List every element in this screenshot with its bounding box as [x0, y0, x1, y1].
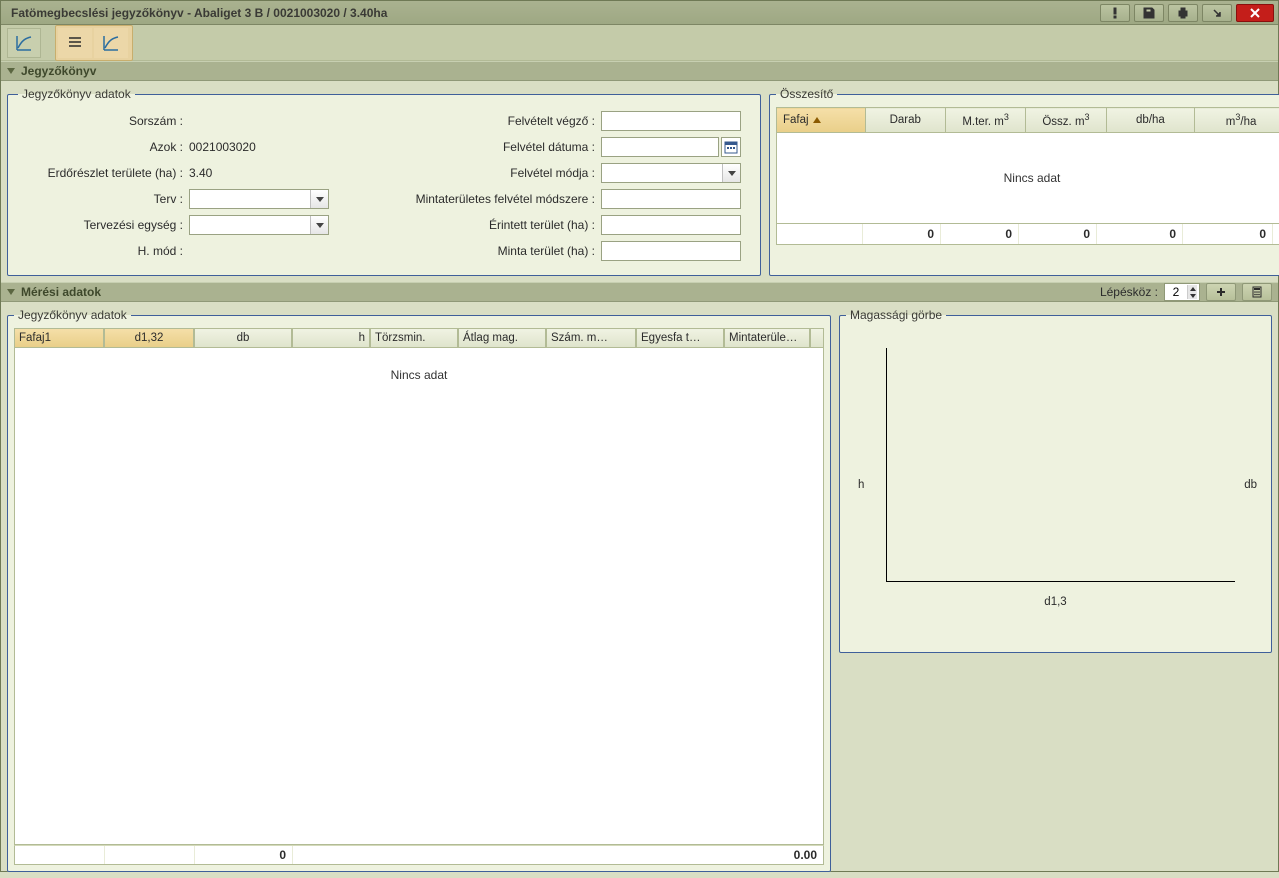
step-value[interactable]: [1165, 284, 1187, 300]
grid-nodata: Nincs adat: [14, 348, 824, 845]
label-terv: Terv :: [18, 192, 183, 206]
section-header-jegyzokonyv[interactable]: Jegyzőkönyv: [1, 61, 1278, 81]
curve-fieldset: Magassági görbe h db d1,3: [839, 308, 1272, 653]
form-grid: Sorszám : Felvételt végző : Azok : 00210…: [18, 111, 750, 261]
calendar-button[interactable]: [721, 137, 741, 157]
section-title: Jegyzőkönyv: [21, 64, 96, 78]
combo-tervezesi-egyseg[interactable]: [189, 215, 329, 235]
grid-col-h[interactable]: h: [292, 328, 370, 348]
form-fieldset: Jegyzőkönyv adatok Sorszám : Felvételt v…: [7, 87, 761, 276]
toolbar-list-button[interactable]: [58, 28, 92, 58]
combo-felvetel-modja[interactable]: [601, 163, 741, 183]
summary-col-m3ha[interactable]: m3/ha: [1195, 108, 1279, 133]
value-erdoreszlet: 3.40: [189, 166, 329, 180]
input-felvetel-datuma[interactable]: [601, 137, 719, 157]
value-azok: 0021003020: [189, 140, 329, 154]
titlebar-print-button[interactable]: [1168, 4, 1198, 22]
section-title: Mérési adatok: [21, 285, 101, 299]
lower-panel: Jegyzőkönyv adatok Fafaj1 d1,32 db h Tör…: [1, 302, 1278, 878]
label-erintett-terulet: Érintett terület (ha) :: [335, 218, 595, 232]
label-sorszam: Sorszám :: [18, 114, 183, 128]
input-minta-terulet[interactable]: [601, 241, 741, 261]
label-hmod: H. mód :: [18, 244, 183, 258]
label-erdoreszlet: Erdőrészlet területe (ha) :: [18, 166, 183, 180]
step-label: Lépésköz :: [1100, 285, 1158, 299]
grid-col-fafaj[interactable]: Fafaj1: [14, 328, 104, 348]
summary-fieldset: Összesítő Fafaj Darab M.ter. m3 Össz. m3…: [769, 87, 1279, 276]
close-button[interactable]: [1236, 4, 1274, 22]
add-button[interactable]: [1206, 283, 1236, 301]
title-bar: Fatömegbecslési jegyzőkönyv - Abaliget 3…: [1, 1, 1278, 25]
grid-fieldset: Jegyzőkönyv adatok Fafaj1 d1,32 db h Tör…: [7, 308, 831, 872]
curve-legend: Magassági görbe: [846, 308, 946, 322]
grid-scrollhead: [810, 328, 824, 348]
input-erintett-terulet[interactable]: [601, 215, 741, 235]
summary-col-mter[interactable]: M.ter. m3: [945, 108, 1025, 133]
summary-legend: Összesítő: [776, 87, 837, 101]
grid-col-atlagmag[interactable]: Átlag mag.: [458, 328, 546, 348]
toolbar-curve2-button[interactable]: [94, 28, 128, 58]
summary-col-darab[interactable]: Darab: [865, 108, 945, 133]
chart-axes: [886, 348, 1235, 582]
label-felvetel-modja: Felvétel módja :: [335, 166, 595, 180]
height-curve-chart: h db d1,3: [846, 328, 1265, 642]
summary-col-ossz[interactable]: Össz. m3: [1026, 108, 1106, 133]
x-axis-label: d1,3: [1044, 596, 1066, 608]
calc-button[interactable]: [1242, 283, 1272, 301]
summary-footer: 0 0 0 0 0: [776, 223, 1279, 245]
collapse-icon: [7, 289, 15, 295]
grid-col-d13[interactable]: d1,32: [104, 328, 194, 348]
summary-col-dbha[interactable]: db/ha: [1106, 108, 1195, 133]
summary-nodata: Nincs adat: [776, 133, 1279, 223]
jegyzokonyv-panel: Jegyzőkönyv adatok Sorszám : Felvételt v…: [1, 81, 1278, 282]
grid-header: Fafaj1 d1,32 db h Törzsmin. Átlag mag. S…: [14, 328, 824, 348]
label-felvetel-datuma: Felvétel dátuma :: [335, 140, 595, 154]
grid-col-szamm[interactable]: Szám. m…: [546, 328, 636, 348]
grid-col-db[interactable]: db: [194, 328, 292, 348]
section-header-meresi: Mérési adatok Lépésköz :: [1, 282, 1278, 302]
input-mintateruletes-modszer[interactable]: [601, 189, 741, 209]
label-minta-terulet: Minta terület (ha) :: [335, 244, 595, 258]
spinner-up-icon[interactable]: [1187, 285, 1197, 292]
toolbar-group-active: [55, 25, 133, 61]
grid-footer-db: 0: [195, 846, 293, 864]
input-felvetelt-vegzo[interactable]: [601, 111, 741, 131]
sort-asc-icon: [813, 117, 821, 123]
grid-legend: Jegyzőkönyv adatok: [14, 308, 131, 322]
step-spinner[interactable]: [1164, 283, 1200, 301]
label-mintateruletes-modszer: Mintaterületes felvétel módszere :: [335, 192, 595, 206]
grid-footer: 0 0.00: [14, 845, 824, 865]
summary-table: Fafaj Darab M.ter. m3 Össz. m3 db/ha m3/…: [776, 107, 1279, 133]
titlebar-save-button[interactable]: [1134, 4, 1164, 22]
grid-col-egyesfa[interactable]: Egyesfa t…: [636, 328, 724, 348]
label-felvetelt-vegzo: Felvételt végző :: [335, 114, 595, 128]
y-axis-label: h: [858, 479, 864, 491]
toolbar-curve-button[interactable]: [7, 28, 41, 58]
combo-terv[interactable]: [189, 189, 329, 209]
form-legend: Jegyzőkönyv adatok: [18, 87, 135, 101]
summary-col-fafaj[interactable]: Fafaj: [777, 108, 866, 133]
titlebar-alert-button[interactable]: [1100, 4, 1130, 22]
y2-axis-label: db: [1244, 479, 1257, 491]
grid-col-torzsmin[interactable]: Törzsmin.: [370, 328, 458, 348]
collapse-icon: [7, 68, 15, 74]
grid-footer-last: 0.00: [723, 846, 823, 864]
grid-col-mintaterule[interactable]: Mintaterüle…: [724, 328, 810, 348]
label-tervezesi-egyseg: Tervezési egység :: [18, 218, 183, 232]
toolbar: [1, 25, 1278, 61]
titlebar-popout-button[interactable]: [1202, 4, 1232, 22]
label-azok: Azok :: [18, 140, 183, 154]
window-title: Fatömegbecslési jegyzőkönyv - Abaliget 3…: [11, 6, 1096, 20]
spinner-down-icon[interactable]: [1187, 292, 1197, 299]
